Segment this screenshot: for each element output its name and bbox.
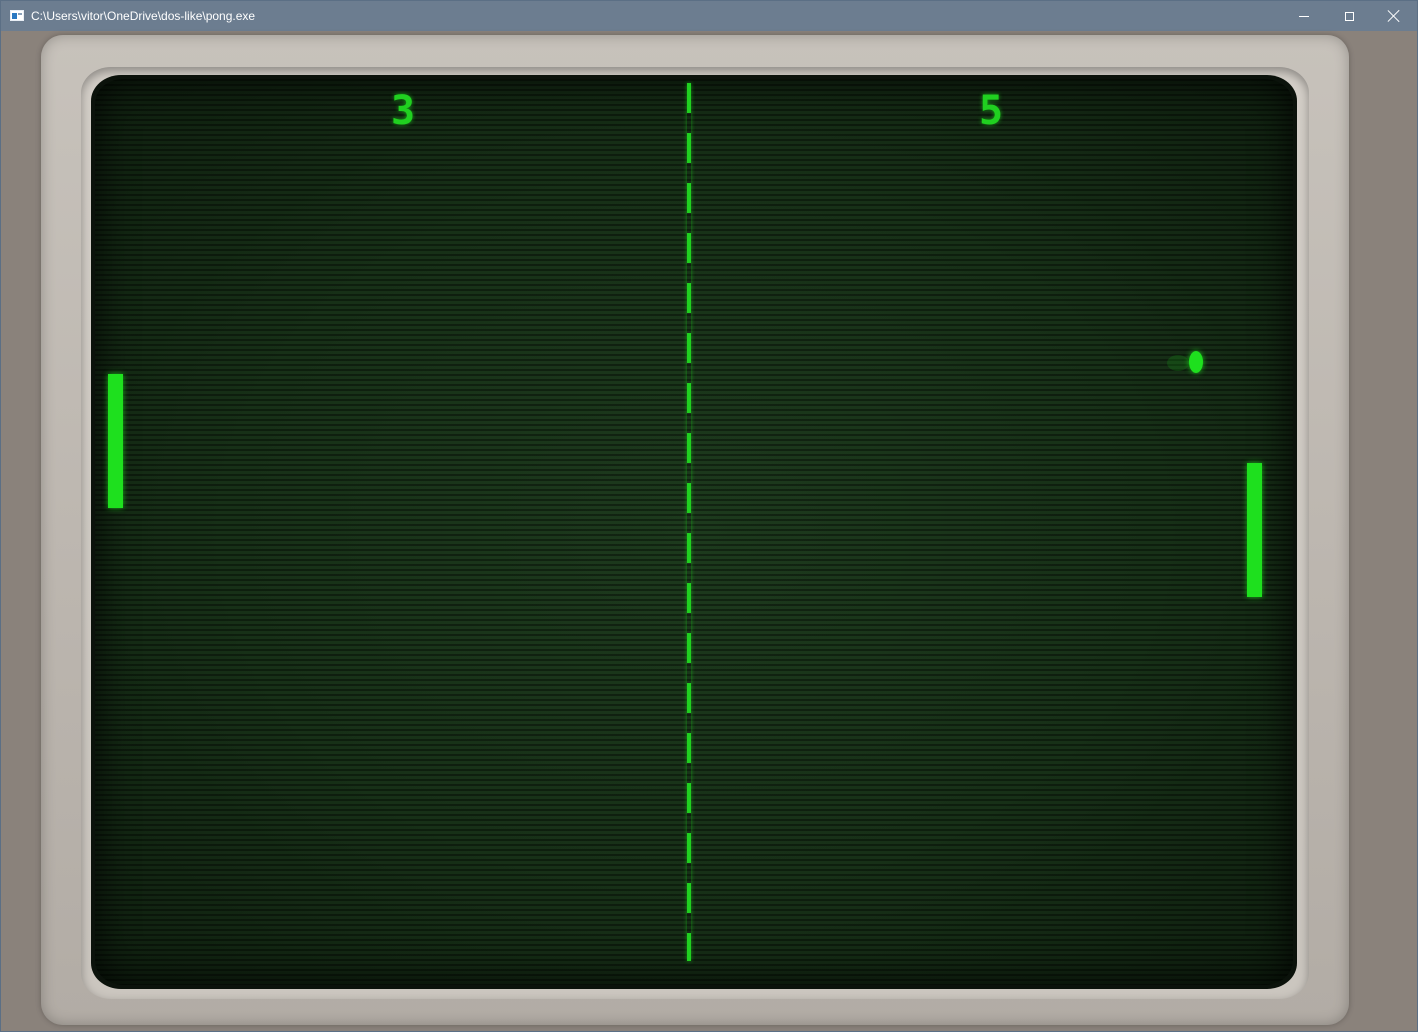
maximize-button[interactable] (1326, 1, 1372, 31)
center-net-line (687, 83, 691, 961)
right-player-score: 5 (979, 88, 1004, 134)
minimize-icon (1299, 15, 1309, 17)
game-screen[interactable]: 3 5 (95, 79, 1293, 985)
window-title: C:\Users\vitor\OneDrive\dos-like\pong.ex… (31, 9, 256, 23)
app-window: C:\Users\vitor\OneDrive\dos-like\pong.ex… (0, 0, 1418, 1032)
ball-motion-trail (1167, 355, 1189, 371)
console-app-icon[interactable] (10, 10, 24, 21)
left-paddle (108, 374, 123, 508)
close-button[interactable] (1371, 1, 1417, 31)
left-player-score: 3 (391, 88, 416, 134)
title-bar[interactable]: C:\Users\vitor\OneDrive\dos-like\pong.ex… (1, 1, 1417, 31)
crt-screen-rim: 3 5 (91, 75, 1297, 989)
crt-monitor-casing: 3 5 (41, 35, 1349, 1025)
close-icon (1388, 10, 1400, 22)
minimize-button[interactable] (1281, 1, 1327, 31)
crt-bezel: 3 5 (81, 67, 1309, 999)
maximize-icon (1344, 11, 1354, 21)
right-paddle (1247, 463, 1262, 597)
ball (1189, 351, 1203, 373)
